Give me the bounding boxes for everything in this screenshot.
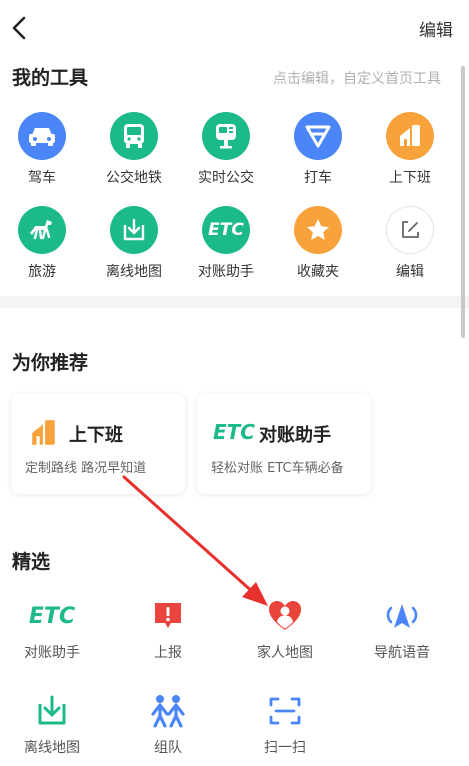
- recommend-card-etc[interactable]: ETC 对账助手 轻松对账 ETC车辆必备: [197, 394, 371, 494]
- my-tools-title: 我的工具: [12, 67, 89, 89]
- tool-label: 上下班: [389, 170, 431, 186]
- recommend-card-commute[interactable]: 上下班 定制路线 路况早知道: [11, 394, 185, 494]
- tool-label: 驾车: [28, 170, 56, 186]
- edit-icon: [386, 206, 434, 254]
- featured-scan[interactable]: 扫一扫: [235, 691, 335, 757]
- nav-voice-icon: [352, 596, 452, 636]
- tool-label: 公交地铁: [106, 170, 162, 186]
- etc-icon: ETC: [213, 420, 255, 444]
- recommend-title: 为你推荐: [12, 352, 89, 374]
- featured-etc-assistant[interactable]: ETC 对账助手: [2, 596, 102, 662]
- featured-label: 导航语音: [374, 645, 430, 661]
- commute-icon: [29, 418, 59, 452]
- featured-report[interactable]: 上报: [118, 596, 218, 662]
- card-title: 上下班: [69, 425, 123, 446]
- tool-commute[interactable]: 上下班: [371, 112, 449, 187]
- tool-bus-metro[interactable]: 公交地铁: [95, 112, 173, 187]
- featured-team[interactable]: 组队: [118, 691, 218, 757]
- featured-label: 离线地图: [24, 740, 80, 756]
- featured-label: 扫一扫: [264, 740, 306, 756]
- horse-icon: [18, 206, 66, 254]
- tool-label: 离线地图: [106, 264, 162, 280]
- etc-icon: ETC: [202, 206, 250, 254]
- tool-travel[interactable]: 旅游: [3, 206, 81, 281]
- report-icon: [118, 596, 218, 636]
- featured-label: 组队: [154, 740, 182, 756]
- car-icon: [18, 112, 66, 160]
- section-divider: [0, 296, 469, 308]
- star-icon: [294, 206, 342, 254]
- chevron-left-icon: [12, 16, 26, 40]
- download-icon: [2, 691, 102, 731]
- back-button[interactable]: [6, 12, 34, 44]
- tool-label: 收藏夹: [297, 264, 339, 280]
- tool-taxi[interactable]: 打车: [279, 112, 357, 187]
- featured-label: 家人地图: [257, 645, 313, 661]
- edit-button[interactable]: 编辑: [419, 16, 453, 41]
- etc-icon: ETC: [28, 603, 76, 629]
- tool-label: 对账助手: [198, 264, 254, 280]
- bus-icon: [110, 112, 158, 160]
- card-subtitle: 定制路线 路况早知道: [25, 461, 147, 476]
- top-bar: 编辑: [0, 0, 469, 56]
- featured-nav-voice[interactable]: 导航语音: [352, 596, 452, 662]
- family-map-icon: [235, 596, 335, 636]
- card-subtitle: 轻松对账 ETC车辆必备: [211, 461, 344, 476]
- featured-label: 对账助手: [24, 645, 80, 661]
- featured-title: 精选: [12, 551, 51, 573]
- tool-edit[interactable]: 编辑: [371, 206, 449, 281]
- tool-realtime-bus[interactable]: 实时公交: [187, 112, 265, 187]
- tool-offline-map[interactable]: 离线地图: [95, 206, 173, 281]
- team-icon: [118, 691, 218, 731]
- tool-label: 旅游: [28, 264, 56, 280]
- tool-label: 编辑: [396, 264, 424, 280]
- featured-offline-map[interactable]: 离线地图: [2, 691, 102, 757]
- tool-label: 实时公交: [198, 170, 254, 186]
- tool-etc-assistant[interactable]: ETC 对账助手: [187, 206, 265, 281]
- tool-favorites[interactable]: 收藏夹: [279, 206, 357, 281]
- realtime-bus-icon: [202, 112, 250, 160]
- taxi-icon: [294, 112, 342, 160]
- scan-icon: [235, 691, 335, 731]
- my-tools-hint: 点击编辑，自定义首页工具: [273, 71, 441, 87]
- featured-family-map[interactable]: 家人地图: [235, 596, 335, 662]
- featured-label: 上报: [154, 645, 182, 661]
- scrollbar[interactable]: [461, 66, 465, 338]
- commute-icon: [386, 112, 434, 160]
- card-title: 对账助手: [259, 425, 331, 446]
- tool-label: 打车: [304, 170, 332, 186]
- tool-drive[interactable]: 驾车: [3, 112, 81, 187]
- download-icon: [110, 206, 158, 254]
